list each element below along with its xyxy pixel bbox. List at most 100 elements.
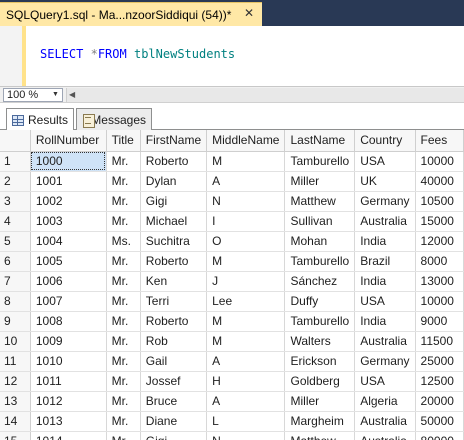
cell-firstname[interactable]: Dylan xyxy=(140,171,208,192)
cell-middlename[interactable]: M xyxy=(206,331,286,352)
cell-rollnumber[interactable]: 1007 xyxy=(30,291,107,312)
cell-title[interactable]: Mr. xyxy=(106,351,141,372)
cell-middlename[interactable]: N xyxy=(206,191,286,212)
cell-lastname[interactable]: Sullivan xyxy=(284,211,356,232)
cell-title[interactable]: Ms. xyxy=(106,231,141,252)
cell-country[interactable]: Germany xyxy=(354,191,416,212)
cell-title[interactable]: Mr. xyxy=(106,291,141,312)
cell-lastname[interactable]: Mohan xyxy=(284,231,356,252)
cell-firstname[interactable]: Roberto xyxy=(140,151,208,172)
cell-rollnumber[interactable]: 1000 xyxy=(30,151,107,172)
cell-fees[interactable]: 40000 xyxy=(415,171,464,192)
cell-rollnumber[interactable]: 1011 xyxy=(30,371,107,392)
cell-firstname[interactable]: Diane xyxy=(140,411,208,432)
cell-lastname[interactable]: Tamburello xyxy=(284,151,356,172)
cell-fees[interactable]: 15000 xyxy=(415,211,464,232)
cell-firstname[interactable]: Gigi xyxy=(140,431,208,440)
cell-rollnumber[interactable]: 1001 xyxy=(30,171,107,192)
cell-country[interactable]: USA xyxy=(354,371,416,392)
cell-title[interactable]: Mr. xyxy=(106,271,141,292)
row-number[interactable]: 2 xyxy=(0,171,31,192)
results-grid[interactable]: RollNumber Title FirstName MiddleName La… xyxy=(0,130,464,440)
cell-title[interactable]: Mr. xyxy=(106,211,141,232)
cell-firstname[interactable]: Ken xyxy=(140,271,208,292)
chevron-down-icon[interactable]: ▼ xyxy=(50,89,61,101)
column-header-middlename[interactable]: MiddleName xyxy=(206,130,286,152)
cell-rollnumber[interactable]: 1012 xyxy=(30,391,107,412)
cell-lastname[interactable]: Goldberg xyxy=(284,371,356,392)
tab-results[interactable]: Results xyxy=(6,108,74,131)
cell-fees[interactable]: 10000 xyxy=(415,151,464,172)
cell-rollnumber[interactable]: 1014 xyxy=(30,431,107,440)
cell-country[interactable]: India xyxy=(354,311,416,332)
cell-country[interactable]: India xyxy=(354,271,416,292)
cell-lastname[interactable]: Miller xyxy=(284,171,356,192)
row-number[interactable]: 10 xyxy=(0,331,31,352)
cell-lastname[interactable]: Tamburello xyxy=(284,251,356,272)
cell-rollnumber[interactable]: 1002 xyxy=(30,191,107,212)
horizontal-scrollbar[interactable]: ◀ xyxy=(66,88,464,102)
corner-cell[interactable] xyxy=(0,130,31,152)
cell-middlename[interactable]: H xyxy=(206,371,286,392)
cell-lastname[interactable]: Walters xyxy=(284,331,356,352)
row-number[interactable]: 6 xyxy=(0,251,31,272)
row-number[interactable]: 15 xyxy=(0,431,31,440)
row-number[interactable]: 13 xyxy=(0,391,31,412)
tab-messages[interactable]: Messages xyxy=(76,108,152,130)
cell-fees[interactable]: 20000 xyxy=(415,391,464,412)
cell-firstname[interactable]: Suchitra xyxy=(140,231,208,252)
cell-middlename[interactable]: A xyxy=(206,391,286,412)
cell-rollnumber[interactable]: 1013 xyxy=(30,411,107,432)
cell-title[interactable]: Mr. xyxy=(106,151,141,172)
cell-rollnumber[interactable]: 1009 xyxy=(30,331,107,352)
query-editor[interactable]: SELECT *FROM tblNewStudents xyxy=(0,26,464,86)
cell-fees[interactable]: 8000 xyxy=(415,251,464,272)
cell-country[interactable]: Algeria xyxy=(354,391,416,412)
cell-country[interactable]: India xyxy=(354,231,416,252)
cell-title[interactable]: Mr. xyxy=(106,391,141,412)
scroll-left-icon[interactable]: ◀ xyxy=(69,88,75,102)
cell-fees[interactable]: 9000 xyxy=(415,311,464,332)
row-number[interactable]: 8 xyxy=(0,291,31,312)
cell-title[interactable]: Mr. xyxy=(106,371,141,392)
cell-fees[interactable]: 25000 xyxy=(415,351,464,372)
cell-title[interactable]: Mr. xyxy=(106,171,141,192)
cell-firstname[interactable]: Terri xyxy=(140,291,208,312)
cell-fees[interactable]: 11500 xyxy=(415,331,464,352)
cell-country[interactable]: Brazil xyxy=(354,251,416,272)
cell-firstname[interactable]: Roberto xyxy=(140,251,208,272)
cell-fees[interactable]: 80000 xyxy=(415,431,464,440)
row-number[interactable]: 7 xyxy=(0,271,31,292)
cell-country[interactable]: Australia xyxy=(354,431,416,440)
column-header-fees[interactable]: Fees xyxy=(415,130,464,152)
cell-firstname[interactable]: Michael xyxy=(140,211,208,232)
cell-middlename[interactable]: M xyxy=(206,311,286,332)
close-icon[interactable]: ✕ xyxy=(242,6,256,20)
cell-middlename[interactable]: M xyxy=(206,151,286,172)
row-number[interactable]: 1 xyxy=(0,151,31,172)
cell-lastname[interactable]: Matthew xyxy=(284,191,356,212)
cell-title[interactable]: Mr. xyxy=(106,191,141,212)
cell-rollnumber[interactable]: 1010 xyxy=(30,351,107,372)
cell-firstname[interactable]: Gail xyxy=(140,351,208,372)
cell-country[interactable]: Australia xyxy=(354,411,416,432)
cell-rollnumber[interactable]: 1004 xyxy=(30,231,107,252)
cell-fees[interactable]: 50000 xyxy=(415,411,464,432)
cell-lastname[interactable]: Erickson xyxy=(284,351,356,372)
cell-middlename[interactable]: J xyxy=(206,271,286,292)
cell-middlename[interactable]: I xyxy=(206,211,286,232)
row-number[interactable]: 11 xyxy=(0,351,31,372)
cell-country[interactable]: UK xyxy=(354,171,416,192)
cell-country[interactable]: Australia xyxy=(354,211,416,232)
row-number[interactable]: 12 xyxy=(0,371,31,392)
row-number[interactable]: 3 xyxy=(0,191,31,212)
cell-rollnumber[interactable]: 1005 xyxy=(30,251,107,272)
cell-fees[interactable]: 12500 xyxy=(415,371,464,392)
cell-firstname[interactable]: Gigi xyxy=(140,191,208,212)
cell-rollnumber[interactable]: 1008 xyxy=(30,311,107,332)
cell-middlename[interactable]: A xyxy=(206,171,286,192)
cell-middlename[interactable]: N xyxy=(206,431,286,440)
tab-sqlquery1[interactable]: SQLQuery1.sql - Ma...nzoorSiddiqui (54))… xyxy=(0,2,262,26)
cell-lastname[interactable]: Miller xyxy=(284,391,356,412)
cell-fees[interactable]: 12000 xyxy=(415,231,464,252)
